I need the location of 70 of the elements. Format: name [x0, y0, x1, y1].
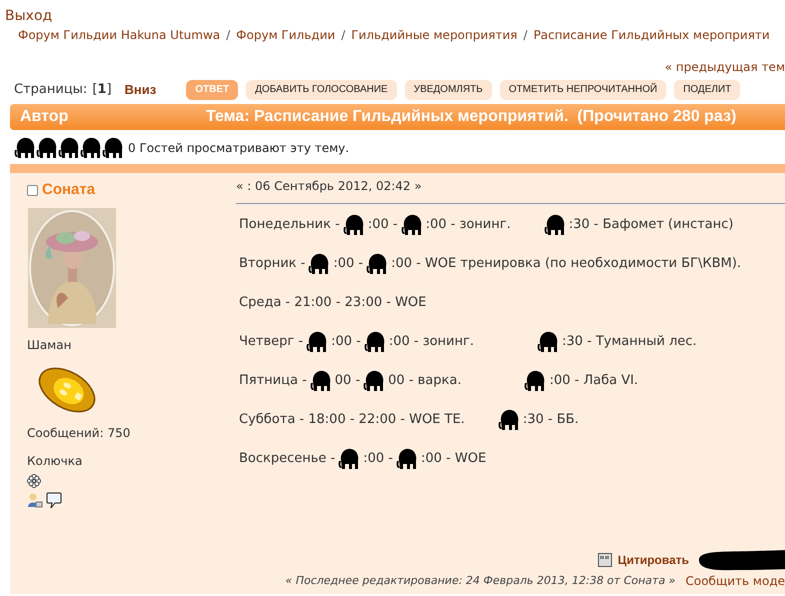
previous-topic-link[interactable]: « предыдущая тем	[664, 58, 785, 74]
schedule-text: :30 - ББ.	[522, 411, 579, 430]
quote-icon[interactable]	[598, 553, 612, 567]
schedule-text: 00 -	[334, 372, 360, 390]
schedule-text: :30 - Бафомет (инстанс)	[568, 216, 734, 234]
custom-title: Колючка	[27, 452, 82, 470]
schedule-text: :00 -	[331, 333, 361, 352]
breadcrumb-link[interactable]: Гильдийные мероприятия	[351, 26, 518, 44]
elephant-icon	[400, 213, 423, 237]
breadcrumb-separator: /	[523, 27, 528, 44]
schedule-text: Вторник -	[239, 255, 306, 274]
elephant-icon	[524, 369, 546, 393]
schedule-text: Понедельник -	[239, 216, 340, 234]
schedule-text: :00 -	[368, 216, 398, 234]
breadcrumb-link[interactable]: Форум Гильдии	[236, 26, 336, 44]
quote-link[interactable]: Цитировать	[618, 551, 689, 569]
elephant-icon	[498, 408, 520, 432]
post-count: Сообщений: 750	[27, 424, 130, 442]
viewers-text: 0 Гостей просматривают эту тему.	[128, 140, 350, 157]
column-heading: Автор	[20, 107, 70, 127]
elephant-icon	[366, 252, 388, 276]
action-button[interactable]: УВЕДОМЛЯТЬ	[404, 80, 492, 100]
schedule-text: :00 -	[363, 450, 393, 468]
schedule-text: Суббота - 18:00 - 22:00 - WOE TE.	[239, 411, 465, 430]
schedule-text: Среда - 21:00 - 23:00 - WOE	[239, 294, 426, 312]
schedule-text: :00 - Лаба VI.	[549, 372, 638, 390]
logout-link[interactable]: Выход	[5, 8, 52, 24]
current-page: [1]	[92, 81, 112, 100]
pages-label: Страницы:	[14, 81, 88, 100]
elephant-icon	[14, 136, 36, 160]
elephant-icon	[58, 136, 80, 160]
breadcrumb-separator: /	[226, 27, 230, 44]
elephant-icon	[536, 330, 559, 354]
schedule-text: :30 - Туманный лес.	[562, 333, 697, 352]
schedule-text: :00 -	[333, 255, 364, 274]
rank-text: Шаман	[27, 336, 72, 354]
schedule-text: :00 - WOE	[421, 450, 486, 468]
report-link[interactable]: Сообщить моде	[685, 572, 785, 590]
elephant-icon	[544, 213, 566, 237]
elephant-icon	[102, 136, 124, 160]
action-button[interactable]: ОТМЕТИТЬ НЕПРОЧИТАННОЙ	[500, 80, 666, 100]
elephant-icon	[80, 136, 102, 160]
elephant-icon	[396, 447, 418, 471]
elephant-icon	[310, 369, 332, 393]
schedule-text: Четверг -	[239, 333, 304, 352]
down-link[interactable]: Вниз	[124, 80, 156, 100]
schedule-text: Воскресенье -	[239, 450, 336, 468]
elephant-icon	[338, 447, 360, 471]
breadcrumb-link[interactable]: Форум Гильдии Hakuna Utumwa	[18, 26, 220, 44]
flower-icon	[27, 474, 41, 488]
elephant-icon	[363, 369, 386, 393]
schedule-text: :00 - зонинг.	[426, 216, 511, 234]
elephant-icon	[342, 213, 365, 237]
elephant-icon	[308, 252, 330, 276]
elephant-icon	[306, 330, 328, 354]
breadcrumb-separator: /	[341, 27, 346, 44]
action-button[interactable]: ПОДЕЛИТ	[674, 80, 740, 100]
elephant-icon	[36, 136, 58, 160]
post-date: « : 06 Сентябрь 2012, 02:42 »	[236, 177, 785, 204]
schedule-text: :00 - WOE тренировка (по необходимости БГ\КВМ).	[391, 255, 742, 274]
breadcrumb-link[interactable]: Расписание Гильдийных мероприяти	[533, 26, 770, 44]
action-button[interactable]: ДОБАВИТЬ ГОЛОСОВАНИЕ	[246, 80, 397, 100]
schedule-text: 00 - варка.	[388, 372, 462, 390]
last-edit-note: « Последнее редактирование: 24 Февраль 2013, 12:38 от Соната »	[285, 572, 676, 589]
topic-heading: Тема: Расписание Гильдийных мероприятий. (Прочитано 280 раз)	[206, 107, 736, 127]
elephant-icon	[364, 330, 386, 354]
schedule-text: :00 - зонинг.	[388, 333, 474, 352]
user-icon[interactable]	[27, 492, 43, 508]
speech-bubble-icon[interactable]	[46, 492, 62, 508]
schedule-text: Пятница -	[239, 372, 307, 390]
